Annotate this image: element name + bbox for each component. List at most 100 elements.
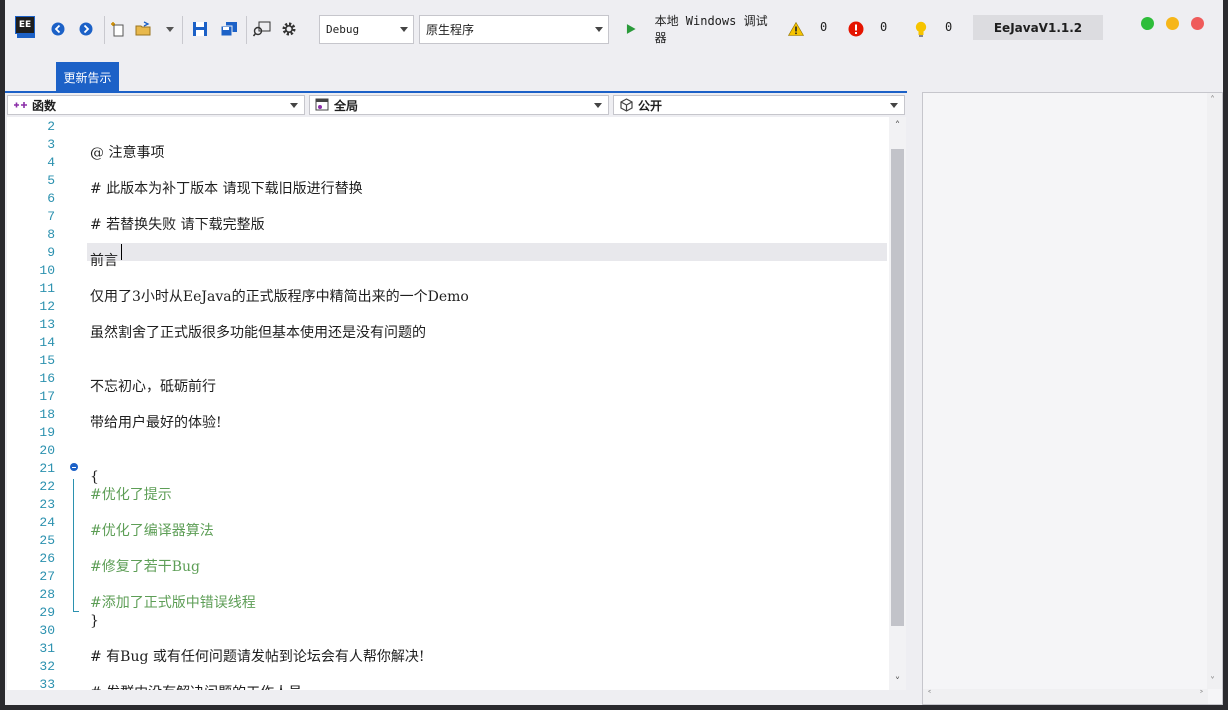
line-number-gutter: 2 3 4 5 6 7 8 9 10 11 12 13 14 15 16 17 18 19 20 21 22 23 24 25… [7, 117, 67, 690]
line-number: 17 [39, 389, 55, 404]
minimize-dot-button[interactable] [1166, 17, 1179, 30]
line-number: 2 [47, 119, 55, 134]
lightbulb-icon [915, 21, 927, 37]
line-number: 29 [39, 605, 55, 620]
code-line: #优化了提示 [90, 487, 172, 503]
line-number: 25 [39, 533, 55, 548]
tab-update-notice[interactable]: 更新告示 [56, 62, 119, 92]
line-number: 28 [39, 587, 55, 602]
scroll-up-arrow-icon[interactable]: ˄ [889, 117, 906, 134]
side-panel[interactable]: ˄ ˅ ˂ ˃ [922, 92, 1223, 705]
code-line: # 有Bug 或有任何问题请发帖到论坛会有人帮你解决! [90, 649, 425, 665]
chevron-down-icon [595, 27, 603, 32]
line-number: 27 [39, 569, 55, 584]
ide-window: EE Debug 原生程序 本地 Windows 调试器 0 0 0 EeJav… [5, 0, 1223, 705]
function-icon [14, 102, 27, 108]
line-number: 20 [39, 443, 55, 458]
line-number: 4 [47, 155, 55, 170]
save-icon [193, 22, 207, 36]
cube-icon [620, 98, 633, 112]
line-number: 3 [47, 137, 55, 152]
warning-icon [788, 22, 804, 36]
chevron-down-icon [290, 103, 298, 108]
line-number: 6 [47, 191, 55, 206]
fold-guide-end [73, 611, 79, 612]
code-line: #添加了正式版中错误线程 [90, 595, 256, 611]
scrollbar-thumb[interactable] [891, 149, 904, 626]
line-number: 11 [39, 281, 55, 296]
toolbar-separator [182, 16, 183, 44]
code-line: 虽然割舍了正式版很多功能但基本使用还是没有问题的 [90, 325, 426, 341]
line-number: 26 [39, 551, 55, 566]
close-dot-button[interactable] [1191, 17, 1204, 30]
side-panel-vertical-scrollbar[interactable]: ˄ ˅ [1207, 93, 1222, 689]
line-number: 13 [39, 317, 55, 332]
open-button[interactable] [133, 18, 155, 40]
new-project-button[interactable] [107, 18, 129, 40]
find-icon [253, 21, 271, 37]
line-number: 24 [39, 515, 55, 530]
back-button[interactable] [47, 18, 69, 40]
line-number: 30 [39, 623, 55, 638]
line-number: 31 [39, 641, 55, 656]
code-line: #优化了编译器算法 [90, 523, 214, 539]
save-all-button[interactable] [218, 18, 240, 40]
scope-select[interactable]: 函数 [7, 95, 305, 115]
context-select-value: 全局 [334, 98, 359, 113]
config-select-value: Debug [326, 23, 360, 36]
code-line: @ 注意事项 [90, 145, 165, 161]
app-logo-text: EE [15, 16, 35, 34]
arrow-left-icon [51, 22, 65, 36]
tab-label: 更新告示 [63, 70, 112, 85]
run-button[interactable]: 本地 Windows 调试器 [623, 14, 775, 45]
line-number: 14 [39, 335, 55, 350]
editor-bottom-strip [5, 692, 907, 705]
chevron-down-icon [594, 103, 602, 108]
code-line: 带给用户最好的体验! [90, 415, 222, 431]
errors-count: 0 [880, 20, 888, 34]
platform-select[interactable]: 原生程序 [419, 15, 609, 44]
toolbar-separator [104, 16, 105, 44]
warnings-count: 0 [820, 20, 828, 34]
code-line: # 此版本为补丁版本 请现下载旧版进行替换 [90, 181, 363, 197]
new-file-icon [111, 22, 124, 37]
side-panel-horizontal-scrollbar[interactable]: ˂ ˃ [923, 689, 1208, 704]
line-number: 12 [39, 299, 55, 314]
context-select[interactable]: 全局 [309, 95, 609, 115]
settings-button[interactable] [278, 18, 300, 40]
code-line: # 发群内没有解决问题的工作人员。 [90, 684, 316, 690]
scroll-left-arrow-icon[interactable]: ˂ [927, 690, 932, 701]
open-dropdown-button[interactable] [163, 18, 177, 40]
toolbar: EE Debug 原生程序 本地 Windows 调试器 0 0 0 EeJav… [5, 0, 1223, 58]
line-number: 21 [39, 461, 55, 476]
scroll-up-arrow-icon[interactable]: ˄ [1210, 95, 1215, 106]
code-editor[interactable]: 2 3 4 5 6 7 8 9 10 11 12 13 14 15 16 17 18 19 20 21 22 23 24 25… [7, 117, 906, 690]
line-number: 33 [39, 677, 55, 690]
line-number: 23 [39, 497, 55, 512]
chevron-down-icon [890, 103, 898, 108]
editor-vertical-scrollbar[interactable]: ˄ ˅ [889, 117, 906, 690]
fold-collapse-icon[interactable] [70, 463, 78, 471]
version-badge: EeJavaV1.1.2 [973, 15, 1103, 40]
code-line: # 若替换失败 请下载完整版 [90, 217, 265, 233]
line-number: 5 [47, 173, 55, 188]
global-scope-icon [315, 98, 329, 111]
line-number: 10 [39, 263, 55, 278]
forward-button[interactable] [75, 18, 97, 40]
scroll-right-arrow-icon[interactable]: ˃ [1199, 690, 1204, 701]
code-line: 不忘初心，砥砺前行 [90, 379, 216, 395]
chevron-down-icon [400, 27, 408, 32]
code-line: 前言 [90, 253, 118, 269]
line-number: 15 [39, 353, 55, 368]
scroll-down-arrow-icon[interactable]: ˅ [889, 673, 906, 690]
access-select[interactable]: 公开 [613, 95, 905, 115]
find-button[interactable] [251, 18, 273, 40]
app-logo: EE [15, 16, 37, 38]
scope-select-value: 函数 [32, 98, 57, 113]
scroll-down-arrow-icon[interactable]: ˅ [1210, 676, 1215, 687]
maximize-dot-button[interactable] [1141, 17, 1154, 30]
config-select[interactable]: Debug [319, 15, 414, 44]
save-button[interactable] [189, 18, 211, 40]
current-line-highlight [87, 243, 887, 261]
line-number: 32 [39, 659, 55, 674]
